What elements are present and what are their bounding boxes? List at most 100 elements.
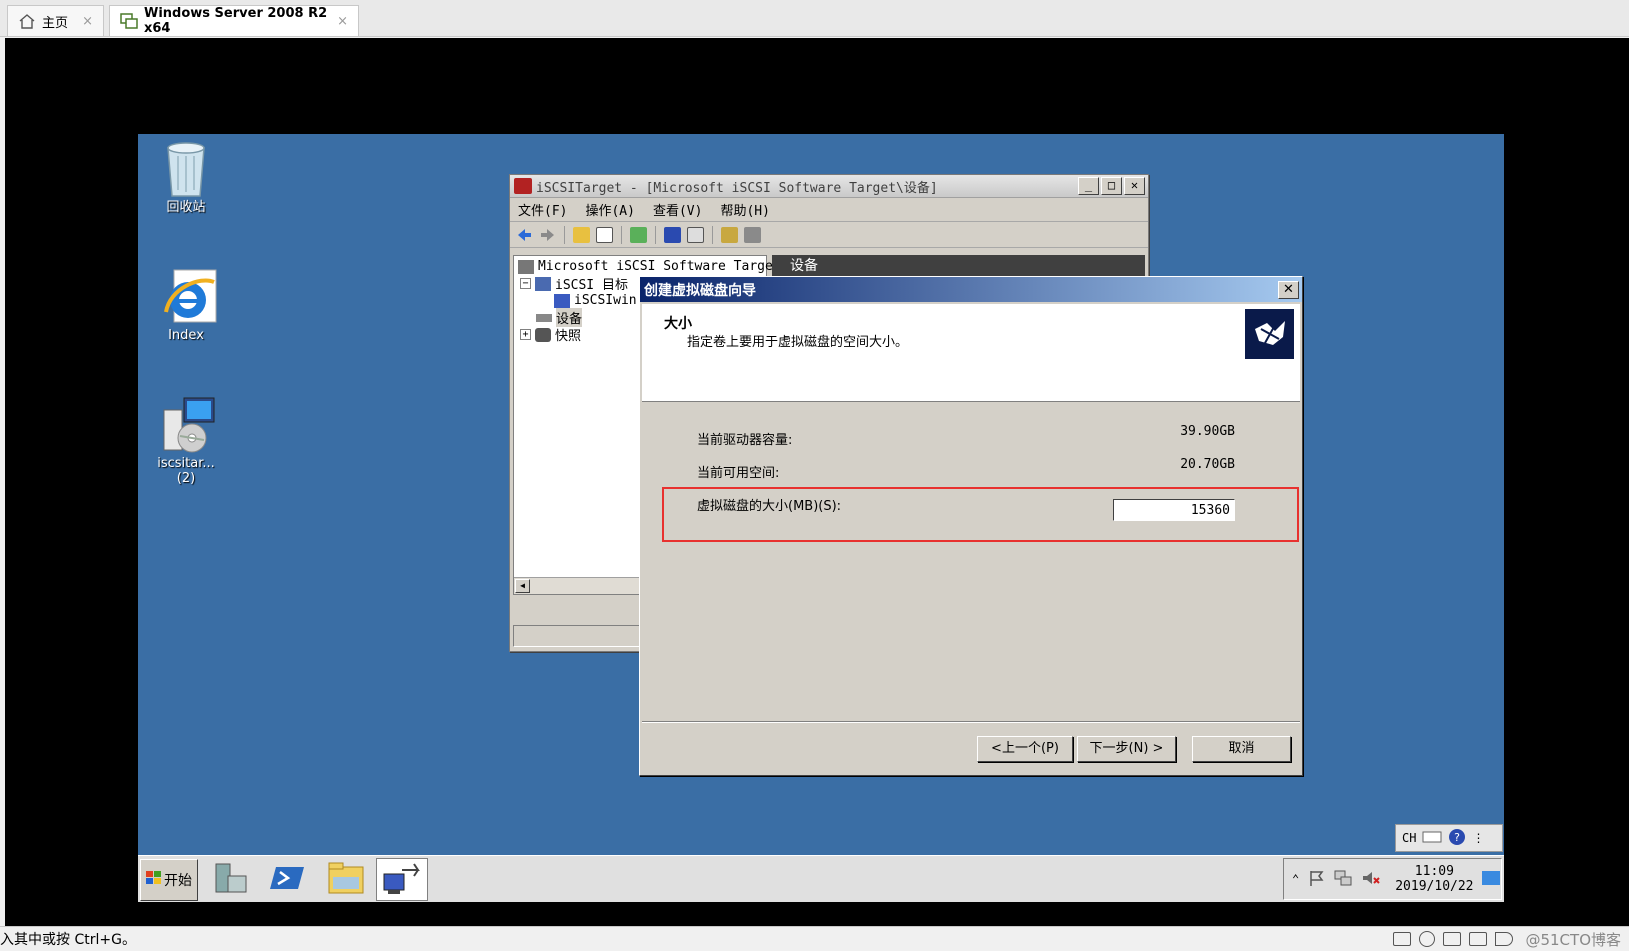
minimize-button[interactable]: _ (1078, 177, 1099, 195)
internet-explorer-icon (160, 268, 217, 324)
guest-desktop[interactable]: 回收站 Index iscsitar... (2) iSCSITarget - … (138, 134, 1504, 902)
language-bar-options-icon[interactable]: ⋮ (1472, 831, 1484, 845)
toolbar-divider (712, 225, 713, 244)
host-status-bar: 入其中或按 Ctrl+G。 @51CTO博客 (0, 926, 1629, 951)
menu-help[interactable]: 帮助(H) (720, 200, 769, 219)
properties-icon[interactable] (687, 226, 704, 243)
targets-node-icon (535, 276, 551, 291)
hard-disk-icon[interactable] (1393, 932, 1412, 946)
wizard-button-divider (642, 721, 1300, 723)
back-button[interactable]: <上一个(P) (977, 736, 1073, 762)
tree-node-label: iSCSI 目标 (555, 278, 628, 293)
clock-time: 11:09 (1414, 864, 1454, 879)
tab-home-label: 主页 (42, 15, 69, 31)
clock[interactable]: 11:09 2019/10/22 (1395, 864, 1473, 894)
expand-toggle[interactable]: + (520, 329, 531, 340)
scroll-left-arrow-icon[interactable]: ◀ (515, 579, 530, 593)
mmc-title-bar[interactable]: iSCSITarget - [Microsoft iSCSI Software … (510, 175, 1148, 198)
close-icon[interactable]: × (82, 14, 93, 29)
forward-arrow-icon[interactable] (539, 227, 556, 243)
tree-node-root[interactable]: Microsoft iSCSI Software Targe (518, 258, 773, 275)
desktop-icon-label: Index (168, 328, 204, 343)
current-capacity-value: 39.90GB (1180, 424, 1235, 439)
show-hide-tree-icon[interactable] (596, 226, 613, 243)
vm-icon (120, 13, 138, 29)
help-icon[interactable] (664, 226, 681, 243)
tab-vm[interactable]: Windows Server 2008 R2 x64 × (109, 5, 359, 36)
windows-logo-icon (146, 871, 162, 889)
network-icon[interactable] (1333, 869, 1353, 890)
taskbar: 开始 ⌃ 11:09 2019/10/22 (138, 855, 1504, 902)
cd-dvd-icon[interactable] (1419, 931, 1436, 947)
tree-node-label: iSCSIwin (574, 293, 637, 308)
collapse-toggle[interactable]: − (520, 278, 531, 289)
results-pane-header: 设备 (772, 255, 1145, 277)
refresh-icon[interactable] (630, 226, 647, 243)
taskbar-iscsi-target[interactable] (376, 858, 428, 901)
desktop-icon-label: iscsitar... (157, 456, 215, 471)
watermark: @51CTO博客 (1525, 930, 1621, 949)
keyboard-icon[interactable] (1422, 830, 1442, 847)
action-center-flag-icon[interactable] (1307, 869, 1325, 890)
start-button[interactable]: 开始 (140, 859, 198, 901)
recycle-bin-icon (160, 140, 212, 197)
back-arrow-icon[interactable] (516, 227, 533, 243)
computer-node-icon (554, 293, 570, 308)
desktop-icon-label: 回收站 (166, 200, 206, 215)
tab-home[interactable]: 主页 × (7, 5, 104, 36)
wizard-step-title: 大小 (664, 316, 692, 332)
toolbar-divider (564, 225, 565, 244)
iscsi-target-app-icon (514, 178, 532, 194)
close-icon[interactable]: × (337, 14, 348, 29)
taskbar-explorer[interactable] (320, 858, 372, 901)
menu-file[interactable]: 文件(F) (518, 200, 567, 219)
taskbar-powershell[interactable] (262, 858, 314, 901)
mmc-toolbar (510, 222, 1148, 248)
language-bar: CH ? ⋮ (1395, 824, 1503, 852)
powershell-icon (270, 863, 306, 897)
desktop-icon-iscsitarget[interactable]: iscsitar... (2) (138, 396, 234, 486)
tree-node-label: Microsoft iSCSI Software Targe (538, 259, 773, 274)
printer-icon[interactable] (1469, 932, 1488, 946)
volume-muted-icon[interactable] (1361, 869, 1381, 890)
explorer-folder-icon (327, 861, 365, 899)
create-virtual-disk-wizard[interactable]: 创建虚拟磁盘向导 ✕ 大小 指定卷上要用于虚拟磁盘的空间大小。 当前驱动器容量:… (639, 276, 1303, 776)
network-adapter-icon[interactable] (1443, 932, 1462, 946)
wizard-header: 大小 指定卷上要用于虚拟磁盘的空间大小。 (642, 304, 1300, 402)
available-space-value: 20.70GB (1180, 457, 1235, 472)
cancel-button[interactable]: 取消 (1192, 736, 1291, 762)
wizard-close-button[interactable]: ✕ (1278, 280, 1299, 299)
home-icon (18, 13, 36, 29)
tree-node-iscsiwin[interactable]: iSCSIwin (554, 292, 637, 309)
tree-node-iscsi-targets[interactable]: − iSCSI 目标 (520, 275, 628, 293)
show-hidden-icons-icon[interactable]: ⌃ (1292, 872, 1299, 886)
up-folder-icon[interactable] (573, 226, 590, 243)
host-tab-bar: 主页 × Windows Server 2008 R2 x64 × (0, 0, 1629, 37)
wizard-step-subtitle: 指定卷上要用于虚拟磁盘的空间大小。 (687, 335, 909, 350)
wizard-title: 创建虚拟磁盘向导 (644, 282, 756, 299)
desktop-icon-recycle-bin[interactable]: 回收站 (138, 140, 234, 215)
new-target-icon[interactable] (721, 226, 738, 243)
wizard-title-bar[interactable]: 创建虚拟磁盘向导 ✕ (640, 277, 1302, 302)
server-manager-icon (212, 860, 248, 900)
help-icon[interactable]: ? (1448, 828, 1466, 849)
tab-vm-label: Windows Server 2008 R2 x64 (144, 6, 328, 36)
tree-node-devices[interactable]: 设备 (536, 308, 583, 327)
show-desktop-icon[interactable] (1481, 870, 1500, 888)
installer-icon (160, 396, 215, 453)
desktop-icon-index[interactable]: Index (138, 268, 234, 343)
sound-icon[interactable] (1495, 932, 1514, 946)
tree-node-snapshots[interactable]: + 快照 (520, 326, 581, 344)
available-space-label: 当前可用空间: (697, 466, 780, 481)
menu-view[interactable]: 查看(V) (653, 200, 702, 219)
taskbar-server-manager[interactable] (204, 858, 256, 901)
maximize-button[interactable]: □ (1101, 177, 1122, 195)
delete-target-icon[interactable] (744, 226, 761, 243)
close-button[interactable]: ✕ (1124, 177, 1145, 195)
next-button[interactable]: 下一步(N) > (1077, 736, 1176, 762)
iscsi-target-node-icon (518, 259, 534, 274)
notification-area: ⌃ 11:09 2019/10/22 (1283, 858, 1502, 900)
language-indicator[interactable]: CH (1402, 831, 1416, 845)
menu-action[interactable]: 操作(A) (585, 200, 634, 219)
vm-viewport[interactable]: 回收站 Index iscsitar... (2) iSCSITarget - … (5, 38, 1629, 926)
